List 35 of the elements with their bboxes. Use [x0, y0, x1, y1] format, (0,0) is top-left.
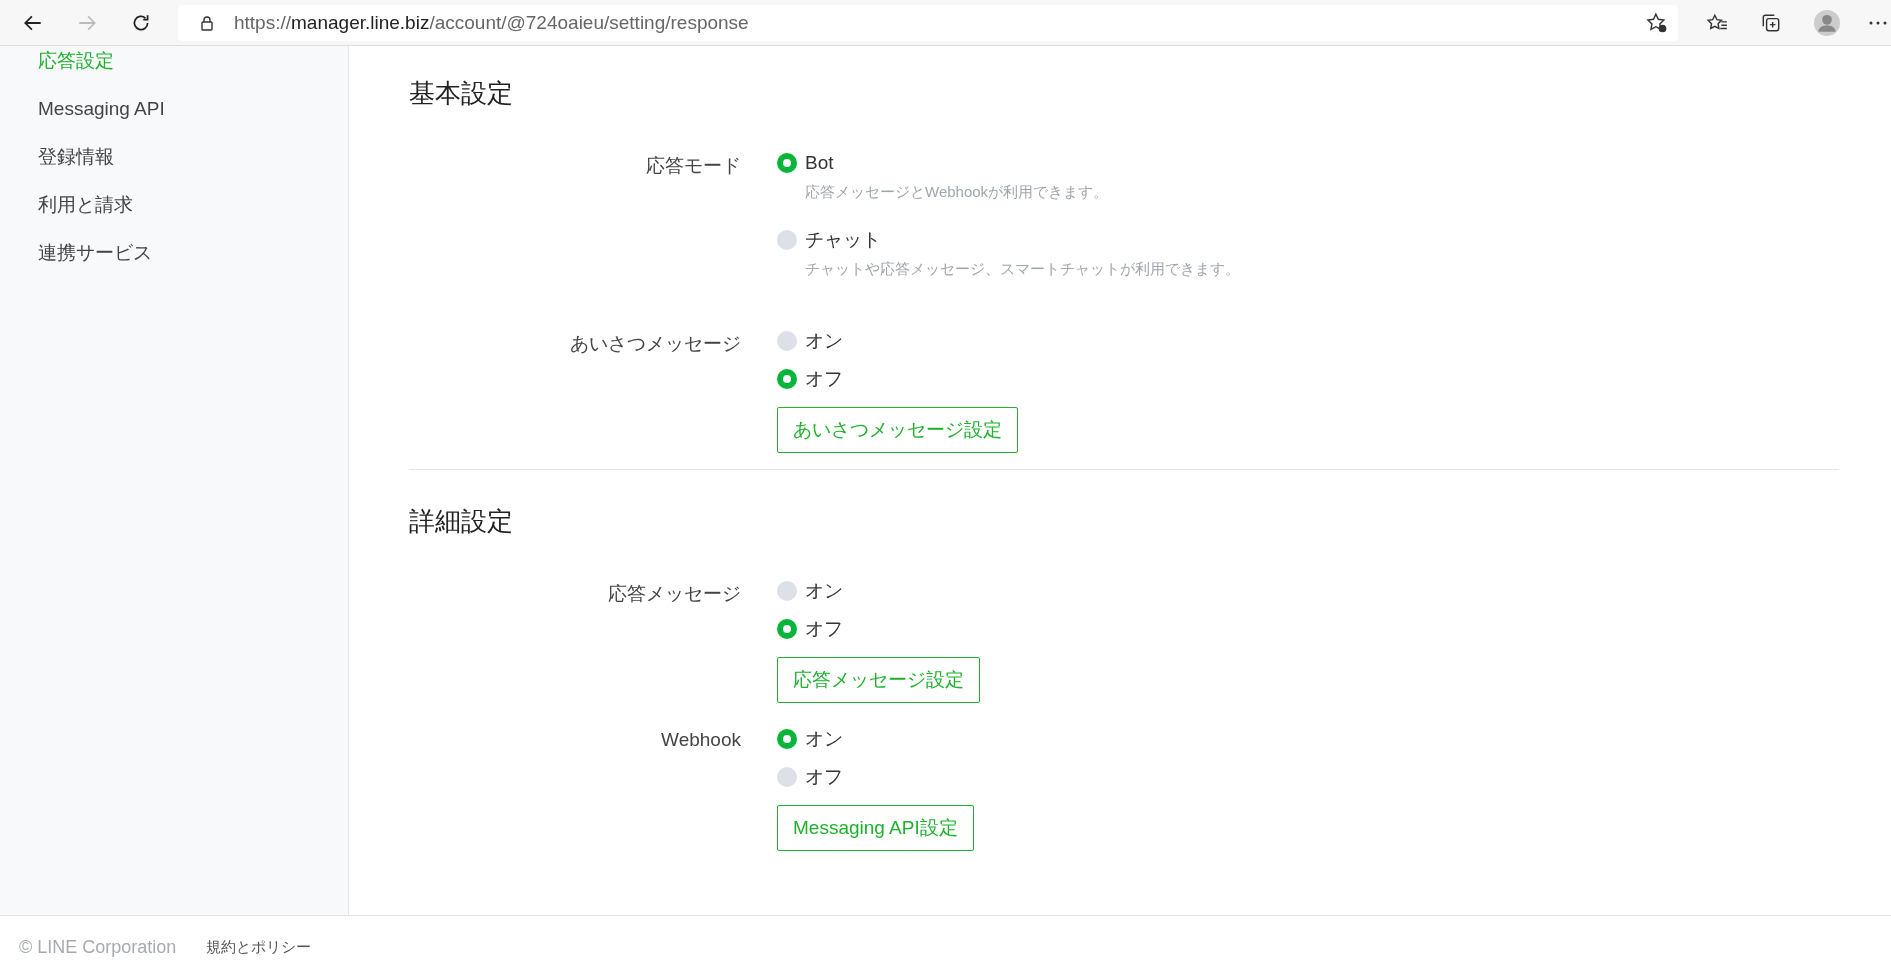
radio-button[interactable] [777, 581, 797, 601]
radio-button[interactable] [777, 767, 797, 787]
option-label: チャット [805, 228, 881, 252]
radio-button[interactable] [777, 331, 797, 351]
radio-button[interactable] [777, 230, 797, 250]
address-field[interactable]: https://manager.line.biz/account/@724oaieu/setting/response [178, 4, 1678, 41]
radio-button[interactable] [777, 369, 797, 389]
radio-button[interactable] [777, 153, 797, 173]
radio-button[interactable] [777, 619, 797, 639]
option-label: Bot [805, 152, 834, 174]
more-icon[interactable] [1868, 19, 1888, 26]
copyright-text: © LINE Corporation [19, 936, 177, 958]
setting-label: Webhook [661, 729, 741, 750]
lock-icon[interactable] [200, 14, 214, 31]
sidebar-item[interactable]: 登録情報 [38, 144, 114, 170]
option-label: オン [805, 329, 843, 353]
setting-label: 応答モード [646, 155, 741, 176]
sidebar-item[interactable]: 連携サービス [38, 240, 152, 266]
option-description: チャットや応答メッセージ、スマートチャットが利用できます。 [805, 260, 1240, 279]
sidebar-item[interactable]: Messaging API [38, 96, 165, 122]
profile-icon[interactable] [1814, 9, 1840, 36]
option-label: オン [805, 727, 843, 751]
terms-link[interactable]: 規約とポリシー [206, 937, 312, 957]
setting-label: 応答メッセージ [608, 583, 741, 604]
sidebar-item[interactable]: 利用と請求 [38, 192, 133, 218]
option-label: オフ [805, 617, 843, 641]
option-label: オン [805, 579, 843, 603]
radio-button[interactable] [777, 729, 797, 749]
option-description: 応答メッセージとWebhookが利用できます。 [805, 183, 1109, 202]
section-title: 基本設定 [409, 77, 514, 110]
favorite-add-icon[interactable] [1646, 11, 1668, 34]
option-label: オフ [805, 765, 843, 789]
setting-label: あいさつメッセージ [570, 333, 741, 354]
option-label: オフ [805, 367, 843, 391]
section-title: 詳細設定 [409, 505, 514, 538]
